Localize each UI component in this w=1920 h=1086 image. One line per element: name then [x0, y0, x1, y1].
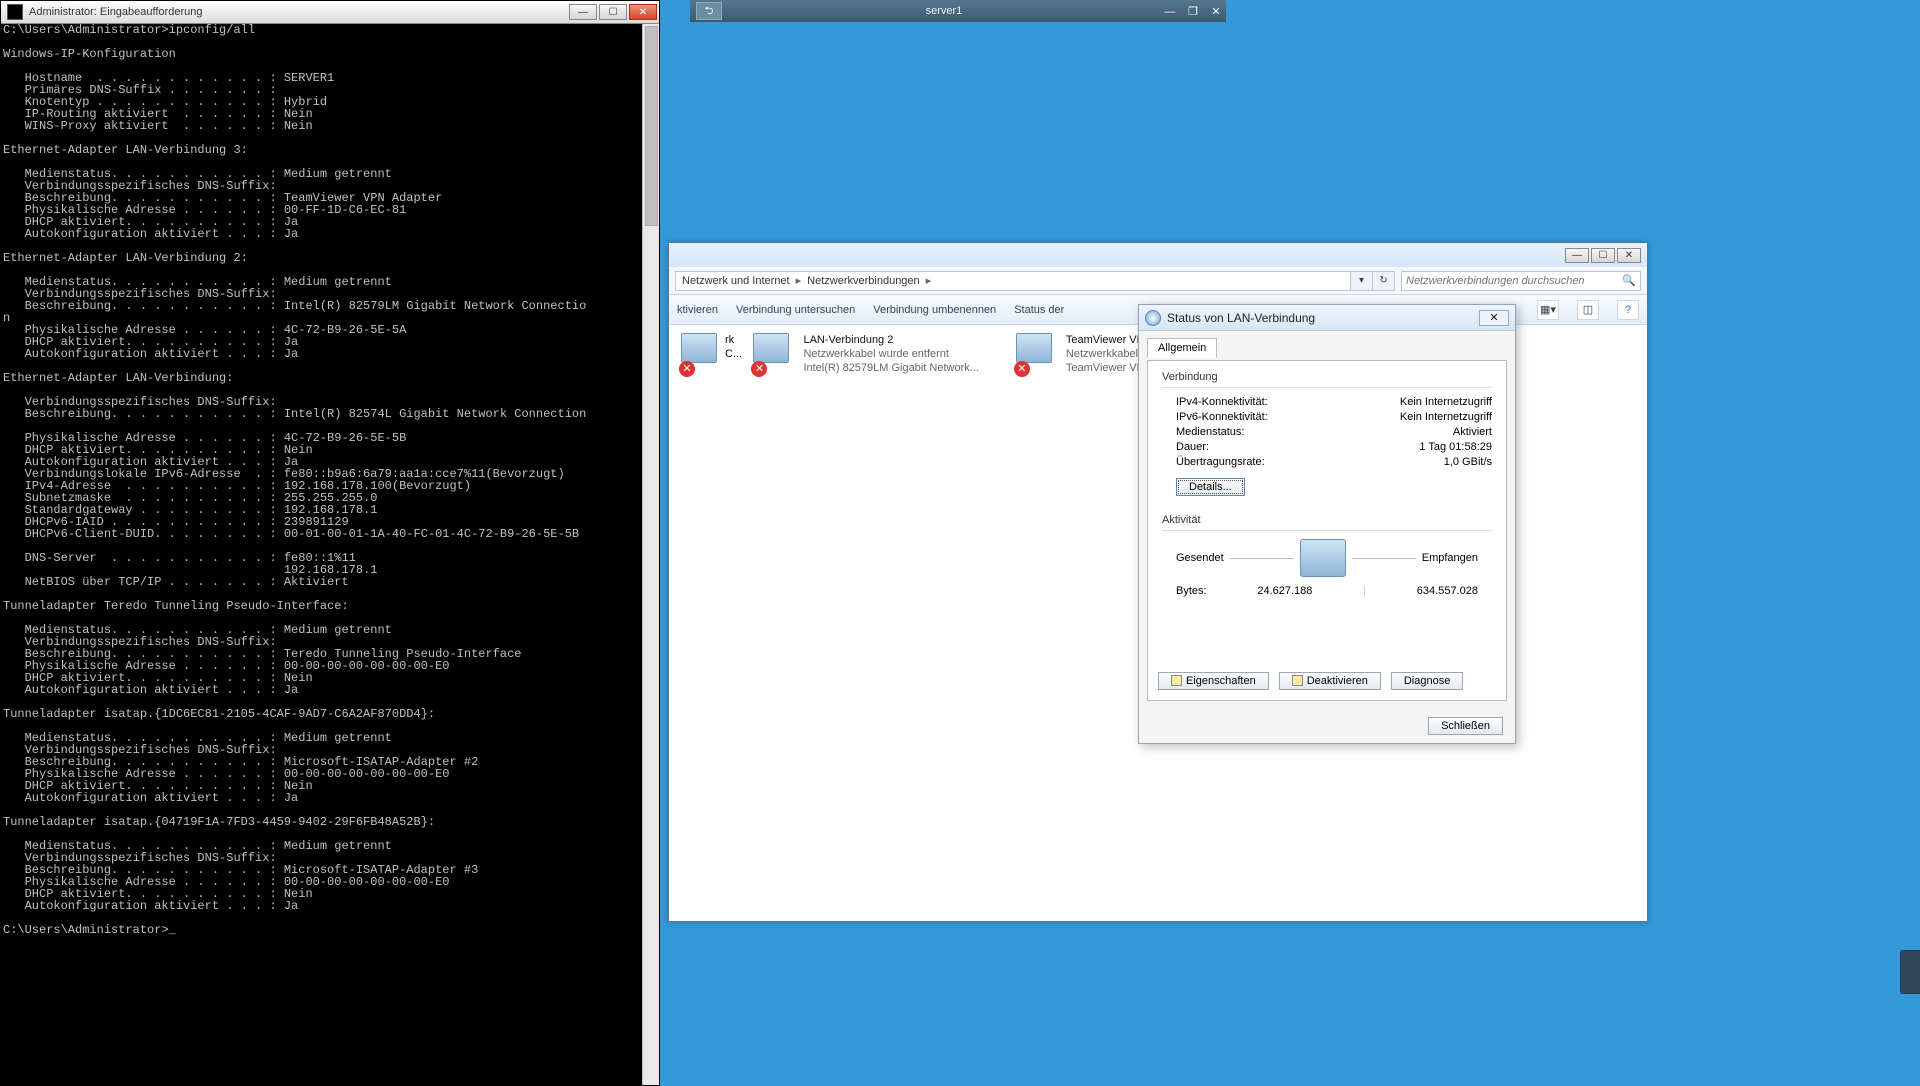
disable-button[interactable]: Deaktivieren	[1279, 672, 1381, 690]
divider	[1162, 530, 1492, 531]
received-label: Empfangen	[1422, 552, 1478, 564]
network-adapter-item[interactable]: ✕ LAN-Verbindung 2 Netzwerkkabel wurde e…	[753, 333, 1003, 375]
refresh-button[interactable]: ↻	[1373, 271, 1395, 291]
tab-general[interactable]: Allgemein	[1147, 338, 1217, 358]
close-icon[interactable]: ✕	[1206, 5, 1226, 18]
search-icon[interactable]: 🔍	[1622, 274, 1636, 287]
activity-line	[1230, 558, 1294, 559]
ipv6-value: Kein Internetzugriff	[1400, 411, 1492, 423]
remote-session-bar[interactable]: ⮌ server1 — ❐ ✕	[690, 0, 1226, 22]
group-activity: Aktivität	[1162, 514, 1492, 526]
adapter-status: Netzwerkkabel wurde entfernt	[803, 347, 978, 361]
disconnected-badge-icon: ✕	[679, 361, 695, 377]
adapter-name: rk C...	[725, 333, 742, 361]
properties-button[interactable]: Eigenschaften	[1158, 672, 1269, 690]
dialog-footer: Schließen	[1139, 709, 1515, 743]
help-button[interactable]: ?	[1617, 300, 1639, 320]
command-prompt-window: Administrator: Eingabeaufforderung — ☐ ✕…	[0, 0, 660, 1086]
tab-body: Verbindung IPv4-Konnektivität: Kein Inter…	[1147, 361, 1507, 701]
command-item[interactable]: ktivieren	[677, 304, 718, 316]
breadcrumb-item[interactable]: Netzwerkverbindungen	[807, 275, 920, 287]
minimize-button[interactable]: —	[569, 4, 597, 20]
duration-value: 1 Tag 01:58:29	[1419, 441, 1492, 453]
rate-label: Übertragungsrate:	[1176, 456, 1265, 468]
maximize-button[interactable]: ☐	[599, 4, 627, 20]
remote-session-controls: — ❐ ✕	[1160, 5, 1226, 18]
lan-status-dialog: Status von LAN-Verbindung ✕ Allgemein Ve…	[1138, 304, 1516, 744]
media-label: Medienstatus:	[1176, 426, 1244, 438]
dialog-title: Status von LAN-Verbindung	[1167, 311, 1479, 325]
adapter-icon: ✕	[1016, 333, 1058, 375]
info-icon	[1145, 310, 1161, 326]
side-tab-handle[interactable]	[1900, 950, 1920, 994]
sent-label: Gesendet	[1176, 552, 1224, 564]
restore-icon[interactable]: ❐	[1183, 5, 1203, 18]
disable-icon	[1292, 675, 1303, 686]
explorer-titlebar[interactable]: — ☐ ✕	[669, 243, 1647, 267]
group-connection: Verbindung	[1162, 371, 1492, 383]
minimize-button[interactable]: —	[1565, 248, 1589, 263]
command-prompt-output: C:\Users\Administrator>ipconfig/all Wind…	[1, 24, 659, 936]
activity-line	[1352, 558, 1416, 559]
ipv4-value: Kein Internetzugriff	[1400, 396, 1492, 408]
close-dialog-button[interactable]: Schließen	[1428, 717, 1503, 735]
disconnected-badge-icon: ✕	[1014, 361, 1030, 377]
duration-label: Dauer:	[1176, 441, 1209, 453]
command-item[interactable]: Status der	[1014, 304, 1064, 316]
ipv4-label: IPv4-Konnektivität:	[1176, 396, 1268, 408]
scrollbar-thumb[interactable]	[645, 26, 658, 226]
minimize-icon[interactable]: —	[1160, 6, 1180, 18]
search-box[interactable]: 🔍	[1401, 271, 1641, 291]
network-adapter-item[interactable]: ✕ rk C...	[681, 333, 741, 375]
details-button[interactable]: Details...	[1176, 478, 1245, 496]
history-dropdown-button[interactable]: ▾	[1351, 271, 1373, 291]
preview-pane-button[interactable]: ◫	[1577, 300, 1599, 320]
disconnected-badge-icon: ✕	[751, 361, 767, 377]
command-prompt-body[interactable]: C:\Users\Administrator>ipconfig/all Wind…	[1, 24, 659, 1085]
computer-icon	[1300, 539, 1346, 577]
remote-session-label: server1	[728, 5, 1160, 17]
scrollbar[interactable]	[642, 24, 659, 1085]
back-icon[interactable]: ⮌	[696, 2, 722, 20]
bytes-received-value: 634.557.028	[1417, 585, 1478, 597]
close-button[interactable]: ✕	[629, 4, 657, 20]
adapter-device: Intel(R) 82579LM Gigabit Network...	[803, 361, 978, 375]
command-prompt-titlebar[interactable]: Administrator: Eingabeaufforderung — ☐ ✕	[1, 1, 659, 24]
ipv6-label: IPv6-Konnektivität:	[1176, 411, 1268, 423]
command-item[interactable]: Verbindung untersuchen	[736, 304, 855, 316]
view-options-button[interactable]: ▦▾	[1537, 300, 1559, 320]
adapter-icon: ✕	[753, 333, 795, 375]
close-button[interactable]: ✕	[1617, 248, 1641, 263]
chevron-right-icon[interactable]: ▸	[926, 274, 932, 287]
gear-icon	[1171, 675, 1182, 686]
tab-strip: Allgemein	[1147, 337, 1507, 361]
divider	[1162, 387, 1492, 388]
breadcrumb-item[interactable]: Netzwerk und Internet	[682, 275, 790, 287]
command-prompt-icon	[7, 4, 23, 20]
diagnose-button[interactable]: Diagnose	[1391, 672, 1463, 690]
address-bar: Netzwerk und Internet ▸ Netzwerkverbindu…	[669, 267, 1647, 295]
command-prompt-title: Administrator: Eingabeaufforderung	[29, 6, 569, 18]
dialog-titlebar[interactable]: Status von LAN-Verbindung ✕	[1139, 305, 1515, 331]
rate-value: 1,0 GBit/s	[1444, 456, 1492, 468]
adapter-name: LAN-Verbindung 2	[803, 333, 978, 347]
bytes-sent-value: 24.627.188	[1257, 585, 1312, 597]
close-button[interactable]: ✕	[1479, 310, 1509, 326]
adapter-icon: ✕	[681, 333, 717, 375]
chevron-right-icon[interactable]: ▸	[796, 274, 802, 287]
bytes-label: Bytes:	[1176, 585, 1207, 597]
bytes-separator: |	[1363, 585, 1366, 597]
maximize-button[interactable]: ☐	[1591, 248, 1615, 263]
media-value: Aktiviert	[1453, 426, 1492, 438]
search-input[interactable]	[1406, 275, 1622, 287]
breadcrumb[interactable]: Netzwerk und Internet ▸ Netzwerkverbindu…	[675, 271, 1351, 291]
command-item[interactable]: Verbindung umbenennen	[873, 304, 996, 316]
